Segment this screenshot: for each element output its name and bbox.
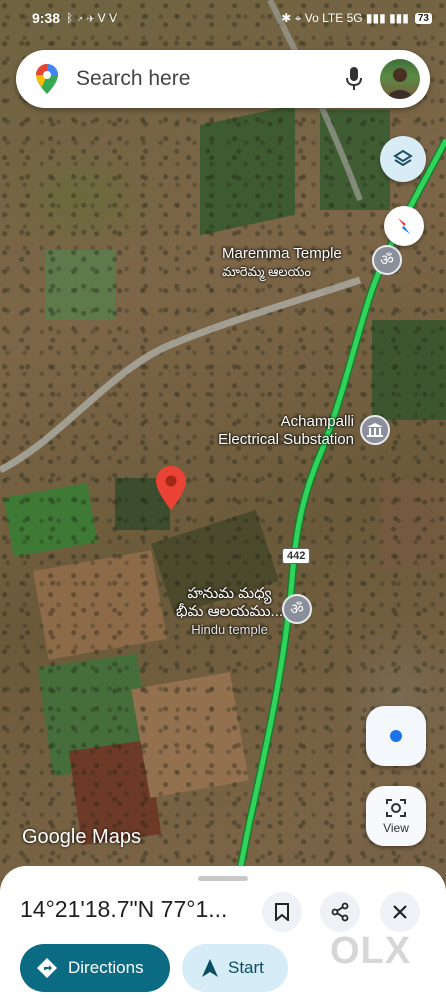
battery-icon: 73 <box>414 12 432 24</box>
lens-icon <box>386 799 406 817</box>
google-maps-pin-icon <box>32 64 62 94</box>
share-button[interactable] <box>320 892 360 932</box>
avatar[interactable] <box>380 59 420 99</box>
om-icon[interactable]: ॐ <box>282 594 312 624</box>
start-button[interactable]: Start <box>182 944 288 992</box>
route-shield: 442 <box>282 548 311 564</box>
directions-label: Directions <box>68 958 144 977</box>
poi-label-substation[interactable]: Achampalli Electrical Substation <box>194 413 354 449</box>
status-time: 9:38 <box>32 10 61 26</box>
navigation-arrow-icon <box>202 959 218 977</box>
coordinates-title: 14°21'18.7"N 77°1... <box>20 896 228 922</box>
sheet-drag-handle[interactable] <box>198 876 248 881</box>
search-bar[interactable]: Search here <box>16 50 430 108</box>
my-location-icon <box>390 730 402 742</box>
close-button[interactable] <box>380 892 420 932</box>
share-icon <box>331 902 349 922</box>
om-icon[interactable]: ॐ <box>372 245 402 275</box>
close-icon <box>393 905 407 919</box>
notification-icons: ᛒ ↗ ✈ V V <box>66 11 117 25</box>
layers-button[interactable] <box>380 136 426 182</box>
save-button[interactable] <box>262 892 302 932</box>
olx-watermark: OLX <box>330 930 412 972</box>
mic-icon[interactable] <box>336 61 372 97</box>
bookmark-icon <box>275 903 289 921</box>
status-bar: 9:38 ᛒ ↗ ✈ V V ✱ ⌖ Vo LTE 5G ▮▮▮ ▮▮▮ 73 <box>0 0 446 36</box>
dropped-pin-icon[interactable] <box>156 466 186 510</box>
compass-icon <box>398 218 410 234</box>
search-input[interactable]: Search here <box>76 67 336 91</box>
building-icon[interactable] <box>360 415 390 445</box>
poi-label-maremma-temple[interactable]: Maremma Temple మారెమ్మ ఆలయం <box>222 245 342 281</box>
view-button[interactable]: View <box>366 786 426 846</box>
satellite-map[interactable]: Maremma Temple మారెమ్మ ఆలయం ॐ Achampalli… <box>0 0 446 999</box>
google-maps-logo: Google Maps <box>22 826 141 848</box>
view-label: View <box>383 821 409 835</box>
directions-button[interactable]: Directions <box>20 944 170 992</box>
directions-icon <box>37 958 57 978</box>
map-roads <box>0 0 446 871</box>
system-icons: ✱ ⌖ Vo LTE 5G ▮▮▮ ▮▮▮ <box>281 10 409 25</box>
my-location-button[interactable] <box>366 706 426 766</box>
poi-label-hindu-temple[interactable]: హనుమ మధ్య భీమ ఆలయము... Hindu temple <box>176 585 283 639</box>
start-label: Start <box>228 958 264 977</box>
layers-icon <box>393 149 413 167</box>
compass-button[interactable] <box>384 206 424 246</box>
